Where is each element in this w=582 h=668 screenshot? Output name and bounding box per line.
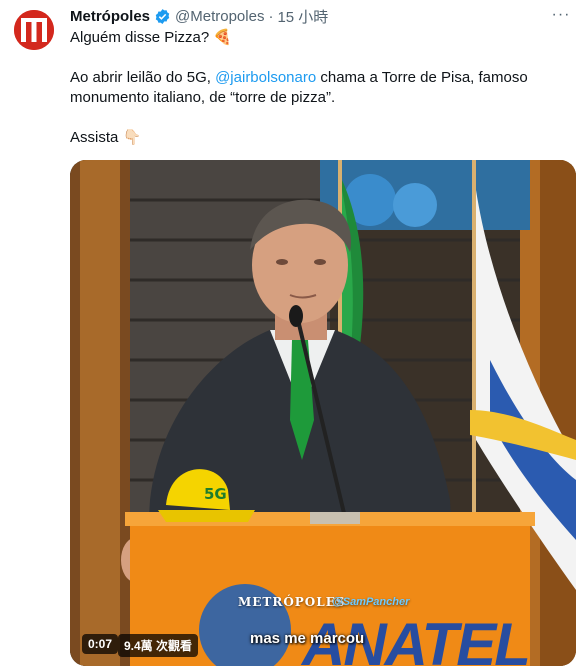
tweet-timestamp[interactable]: 15 小時 xyxy=(277,6,328,27)
more-options-icon[interactable]: ··· xyxy=(550,4,572,26)
video-frame xyxy=(70,160,576,666)
tweet-card[interactable]: Metrópoles @Metropoles · 15 小時 ··· Algué… xyxy=(0,0,582,668)
author-name[interactable]: Metrópoles xyxy=(70,8,150,25)
tweet-line-2-start: Ao abrir leilão do 5G, xyxy=(70,69,216,86)
header-separator: · xyxy=(268,7,274,25)
tweet-header: Metrópoles @Metropoles · 15 小時 xyxy=(70,6,542,26)
verified-badge-icon xyxy=(155,8,170,24)
tweet-text: Alguém disse Pizza? 🍕 Ao abrir leilão do… xyxy=(70,28,560,148)
video-views-badge: 9.4萬 次觀看 xyxy=(118,634,199,657)
mention-link[interactable]: @jairbolsonaro xyxy=(215,69,316,86)
video-credit-watermark: @SamPancher xyxy=(332,596,410,608)
video-brand-watermark: METRÓPOLES xyxy=(238,595,346,609)
author-handle[interactable]: @Metropoles xyxy=(175,8,264,25)
video-player[interactable]: 5G ANATEL METRÓPOLES @SamPancher mas me … xyxy=(70,160,576,666)
hat-5g-label: 5G xyxy=(204,485,227,503)
metropoles-logo-icon xyxy=(14,10,54,50)
tweet-line-2: Ao abrir leilão do 5G, @jairbolsonaro ch… xyxy=(70,68,560,108)
video-duration-badge: 0:07 xyxy=(82,634,119,654)
video-subtitle: mas me marcou xyxy=(250,630,365,647)
tweet-line-1: Alguém disse Pizza? 🍕 xyxy=(70,29,233,46)
author-avatar[interactable] xyxy=(14,10,54,50)
tweet-line-3: Assista 👇🏻 xyxy=(70,129,142,146)
